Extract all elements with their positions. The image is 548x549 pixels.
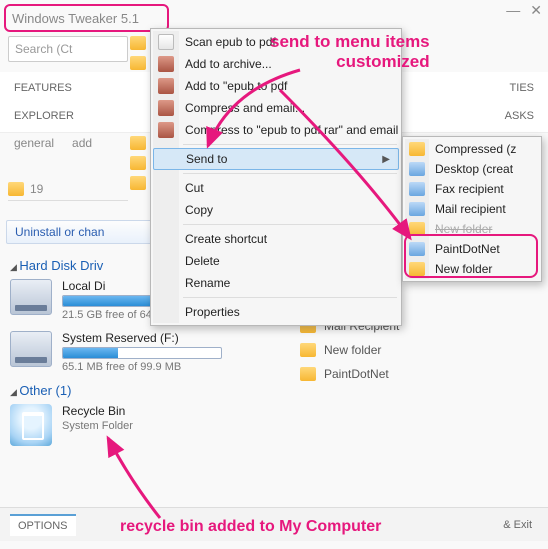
tab-right-ties[interactable]: TIES (510, 78, 534, 98)
folder-icon (130, 56, 146, 70)
drive-name: System Reserved (F:) (62, 331, 290, 345)
folder-icon (409, 222, 425, 236)
desktop-icon (409, 162, 425, 176)
drive-free-text: 65.1 MB free of 99.9 MB (62, 361, 290, 373)
sendto-newfolder-top[interactable]: New folder (405, 219, 539, 239)
annotation-sendto: send to menu items customized (270, 32, 430, 71)
annotation-recycle: recycle bin added to My Computer (120, 518, 381, 536)
search-input[interactable]: Search (Ct (8, 36, 128, 62)
app-icon (409, 242, 425, 256)
list-item[interactable]: New folder (300, 338, 540, 362)
usage-bar (62, 347, 222, 359)
fax-icon (409, 182, 425, 196)
recycle-bin-type: System Folder (62, 420, 290, 432)
sendto-newfolder[interactable]: New folder (405, 259, 539, 279)
window-title-highlight: Windows Tweaker 5.1 (4, 4, 169, 32)
drive-icon (10, 331, 52, 367)
sendto-compressed[interactable]: Compressed (z (405, 139, 539, 159)
folder-icon (409, 142, 425, 156)
subtab-general[interactable]: general (14, 136, 54, 150)
window-controls: — ✕ (506, 2, 542, 19)
recycle-bin-row[interactable]: Recycle Bin System Folder (10, 404, 290, 446)
search-placeholder: Search (Ct (15, 42, 72, 56)
sendto-mail[interactable]: Mail recipient (405, 199, 539, 219)
minimize-button[interactable]: — (506, 2, 520, 19)
cm-properties[interactable]: Properties (153, 301, 399, 323)
folder-icon (130, 176, 146, 190)
folder-row[interactable]: 19 (8, 178, 128, 201)
mail-icon (409, 202, 425, 216)
archive-icon (158, 56, 174, 72)
list-item[interactable]: PaintDotNet (300, 362, 540, 386)
archive-icon (158, 100, 174, 116)
tab-features[interactable]: FEATURES (14, 78, 72, 98)
save-exit-button[interactable]: & Exit (497, 515, 538, 535)
app-icon (300, 367, 316, 381)
cm-rename[interactable]: Rename (153, 272, 399, 294)
cm-delete[interactable]: Delete (153, 250, 399, 272)
cm-copy[interactable]: Copy (153, 199, 399, 221)
submenu-arrow-icon: ▶ (382, 154, 390, 165)
tab-explorer[interactable]: EXPLORER (14, 106, 74, 126)
context-menu: Scan epub to pdf Add to archive... Add t… (150, 28, 402, 326)
drive-row-system-reserved[interactable]: System Reserved (F:) 65.1 MB free of 99.… (10, 331, 290, 373)
folder-icon (130, 156, 146, 170)
folder-icon (8, 182, 24, 196)
archive-icon (158, 78, 174, 94)
recycle-bin-name: Recycle Bin (62, 404, 290, 418)
cm-compress-email[interactable]: Compress and email... (153, 97, 399, 119)
cm-send-to[interactable]: Send to▶ (153, 148, 399, 170)
options-button[interactable]: OPTIONS (10, 514, 76, 536)
recycle-bin-icon (10, 404, 52, 446)
sendto-desktop[interactable]: Desktop (creat (405, 159, 539, 179)
subtab-add[interactable]: add (72, 136, 92, 150)
sendto-fax[interactable]: Fax recipient (405, 179, 539, 199)
other-header[interactable]: Other (1) (10, 383, 290, 398)
uninstall-label: Uninstall or chan (15, 225, 104, 239)
cm-cut[interactable]: Cut (153, 177, 399, 199)
folder-icon (130, 36, 146, 50)
folder-row-label: 19 (30, 182, 43, 196)
send-to-submenu: Compressed (z Desktop (creat Fax recipie… (402, 136, 542, 282)
window-title: Windows Tweaker 5.1 (12, 11, 139, 26)
cm-create-shortcut[interactable]: Create shortcut (153, 228, 399, 250)
page-icon (158, 34, 174, 50)
drive-icon (10, 279, 52, 315)
tab-right-asks[interactable]: ASKS (505, 106, 534, 126)
folder-icon (409, 262, 425, 276)
cm-add-epub[interactable]: Add to "epub to pdf (153, 75, 399, 97)
folder-icon (300, 343, 316, 357)
archive-icon (158, 122, 174, 138)
sendto-paintdotnet[interactable]: PaintDotNet (405, 239, 539, 259)
cm-compress-epub[interactable]: Compress to "epub to pdf.rar" and email (153, 119, 399, 141)
close-button[interactable]: ✕ (530, 2, 542, 19)
